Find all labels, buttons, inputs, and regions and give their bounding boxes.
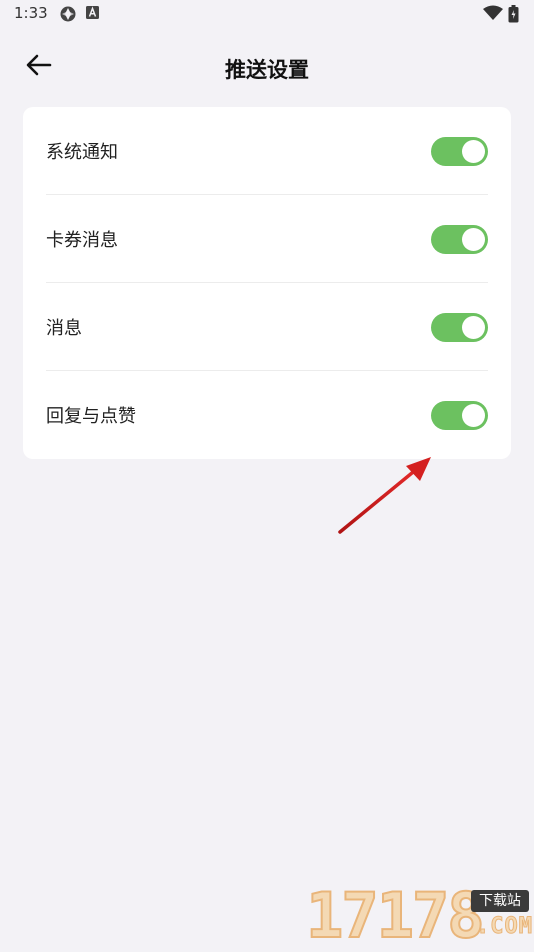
setting-row-replies-likes: 回复与点赞	[23, 371, 511, 459]
app-icon	[59, 5, 77, 27]
setting-row-coupon-messages: 卡券消息	[23, 195, 511, 283]
setting-label: 系统通知	[46, 142, 118, 163]
coupon-messages-toggle[interactable]	[431, 225, 488, 254]
page-title: 推送设置	[225, 58, 309, 82]
status-time: 1:33	[14, 4, 48, 22]
replies-likes-toggle[interactable]	[431, 401, 488, 430]
status-bar: 1:33	[0, 0, 534, 28]
system-notification-toggle[interactable]	[431, 137, 488, 166]
settings-card: 系统通知 卡券消息 消息 回复与点赞	[23, 107, 511, 459]
watermark-badge: 下载站	[471, 890, 529, 912]
toggle-knob	[462, 228, 485, 251]
setting-label: 卡券消息	[46, 230, 118, 251]
text-a-icon	[86, 5, 100, 25]
toggle-knob	[462, 316, 485, 339]
watermark-domain: .COM	[476, 914, 533, 940]
toggle-knob	[462, 140, 485, 163]
header: 推送设置	[0, 40, 534, 96]
annotation-arrow-icon	[330, 450, 440, 544]
watermark-logo: 17178 下载站 .COM	[305, 879, 533, 952]
setting-label: 消息	[46, 318, 82, 339]
setting-row-system-notification: 系统通知	[23, 107, 511, 195]
setting-label: 回复与点赞	[46, 406, 136, 427]
battery-icon	[508, 5, 519, 27]
messages-toggle[interactable]	[431, 313, 488, 342]
toggle-knob	[462, 404, 485, 427]
wifi-icon	[483, 5, 503, 25]
watermark-number: 17178	[305, 879, 486, 952]
setting-row-messages: 消息	[23, 283, 511, 371]
